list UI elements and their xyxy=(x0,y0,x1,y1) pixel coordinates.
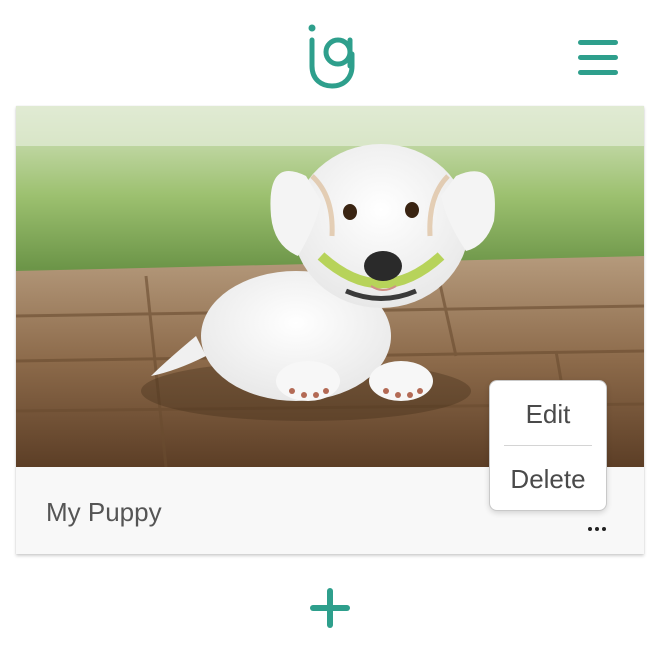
hamburger-menu-icon[interactable] xyxy=(570,34,626,82)
ig-logo-icon[interactable] xyxy=(300,22,360,90)
more-options-icon[interactable] xyxy=(582,516,612,542)
post-context-menu: Edit Delete xyxy=(489,380,607,511)
post-title: My Puppy xyxy=(46,497,162,527)
menu-bar xyxy=(578,40,618,45)
plus-icon[interactable] xyxy=(306,584,354,632)
menu-bar xyxy=(578,55,618,60)
plus-vertical-bar xyxy=(327,588,333,628)
more-dot xyxy=(595,527,599,531)
delete-button[interactable]: Delete xyxy=(490,464,606,495)
edit-button[interactable]: Edit xyxy=(490,399,606,430)
menu-divider xyxy=(504,445,592,446)
more-dot xyxy=(588,527,592,531)
app-header xyxy=(0,0,660,104)
more-dot xyxy=(602,527,606,531)
menu-bar xyxy=(578,70,618,75)
